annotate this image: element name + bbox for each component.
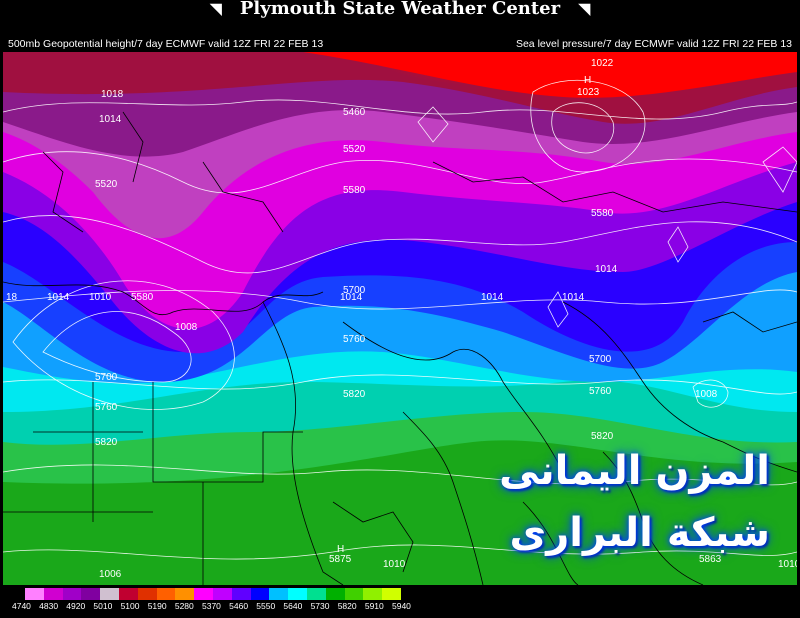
colorbar-swatch — [62, 588, 82, 600]
colorbar — [25, 588, 401, 600]
map-label: 1014 — [562, 292, 585, 303]
colorbar-swatch — [100, 588, 119, 600]
map-label: H — [584, 75, 591, 86]
map-label: 5760 — [343, 334, 366, 345]
colorbar-swatch — [344, 588, 364, 600]
colorbar-tick: 4830 — [39, 601, 59, 611]
colorbar-tick: 5550 — [256, 601, 276, 611]
colorbar-tick: 5010 — [93, 601, 113, 611]
weather-map: 1018 1014 5460 5520 5520 5580 1022H1023 5580 101… — [3, 52, 797, 585]
map-label: 1010 — [778, 559, 797, 570]
map-label: 1014 — [47, 292, 70, 303]
map-label: 5580 — [343, 185, 366, 196]
page-title: ◥ Plymouth State Weather Center ◥ — [209, 0, 591, 19]
colorbar-swatch — [81, 588, 101, 600]
left-caption: 500mb Geopotential height/7 day ECMWF va… — [8, 38, 324, 50]
map-label: 18 — [6, 292, 18, 303]
colorbar-tick: 5190 — [147, 601, 167, 611]
colorbar-swatch — [25, 588, 44, 600]
map-label: 5820 — [591, 431, 614, 442]
map-label: 1008 — [695, 389, 718, 400]
colorbar-swatch — [363, 588, 383, 600]
flag-icon: ◥ — [578, 0, 591, 18]
colorbar-swatch — [118, 588, 138, 600]
map-label: 1014 — [340, 292, 363, 303]
colorbar-swatch — [250, 588, 270, 600]
map-label: 5460 — [343, 107, 366, 118]
colorbar-swatch — [325, 588, 345, 600]
map-label: 5520 — [343, 144, 366, 155]
colorbar-tick: 5370 — [202, 601, 221, 611]
map-label: 1014 — [99, 114, 122, 125]
colorbar-ticks: 4740 4830 4920 5010 5100 5190 5280 5370 5460 5550… — [12, 601, 412, 615]
map-label: 5760 — [95, 402, 118, 413]
colorbar-swatch — [231, 588, 251, 600]
map-label: 1010 — [89, 292, 112, 303]
map-label: 5875 — [329, 554, 352, 565]
map-label: 5520 — [95, 179, 118, 190]
map-label: 5700 — [95, 372, 118, 383]
right-caption: Sea level pressure/7 day ECMWF valid 12Z… — [515, 38, 792, 50]
watermark-line2: شبكة البرارى — [509, 510, 770, 556]
colorbar-swatch — [175, 588, 195, 600]
colorbar-swatch — [156, 588, 176, 600]
colorbar-swatch — [194, 588, 213, 600]
map-label: 5580 — [131, 292, 154, 303]
flag-icon: ◥ — [209, 0, 222, 18]
watermark-line1: المزن اليمانى — [499, 448, 770, 494]
colorbar-swatch — [306, 588, 326, 600]
colorbar-swatch — [212, 588, 232, 600]
colorbar-tick: 4920 — [66, 601, 86, 611]
map-label: 1010 — [383, 559, 406, 570]
colorbar-tick: 5910 — [364, 601, 384, 611]
colorbar-swatch — [137, 588, 157, 600]
colorbar-swatch — [288, 588, 307, 600]
map-label: 1008 — [175, 322, 198, 333]
map-label: 1023 — [577, 87, 600, 98]
map-label: 1018 — [101, 89, 124, 100]
map-label: 5700 — [589, 354, 612, 365]
colorbar-tick: 5940 — [392, 601, 411, 611]
colorbar-tick: 5100 — [120, 601, 140, 611]
colorbar-swatch — [43, 588, 63, 600]
colorbar-tick: 5820 — [337, 601, 357, 611]
map-label: 1014 — [481, 292, 504, 303]
colorbar-swatch — [382, 588, 401, 600]
colorbar-tick: 4740 — [12, 601, 31, 611]
colorbar-tick: 5460 — [229, 601, 249, 611]
colorbar-tick: 5730 — [310, 601, 330, 611]
colorbar-tick: 5280 — [174, 601, 194, 611]
map-label: 5580 — [591, 208, 614, 219]
map-label: 5820 — [95, 437, 118, 448]
map-label: 1014 — [595, 264, 618, 275]
map-label: 5760 — [589, 386, 612, 397]
colorbar-tick: 5640 — [283, 601, 303, 611]
map-label: 5820 — [343, 389, 366, 400]
map-label: 1006 — [99, 569, 122, 580]
map-label: 1022 — [591, 58, 614, 69]
colorbar-swatch — [269, 588, 289, 600]
